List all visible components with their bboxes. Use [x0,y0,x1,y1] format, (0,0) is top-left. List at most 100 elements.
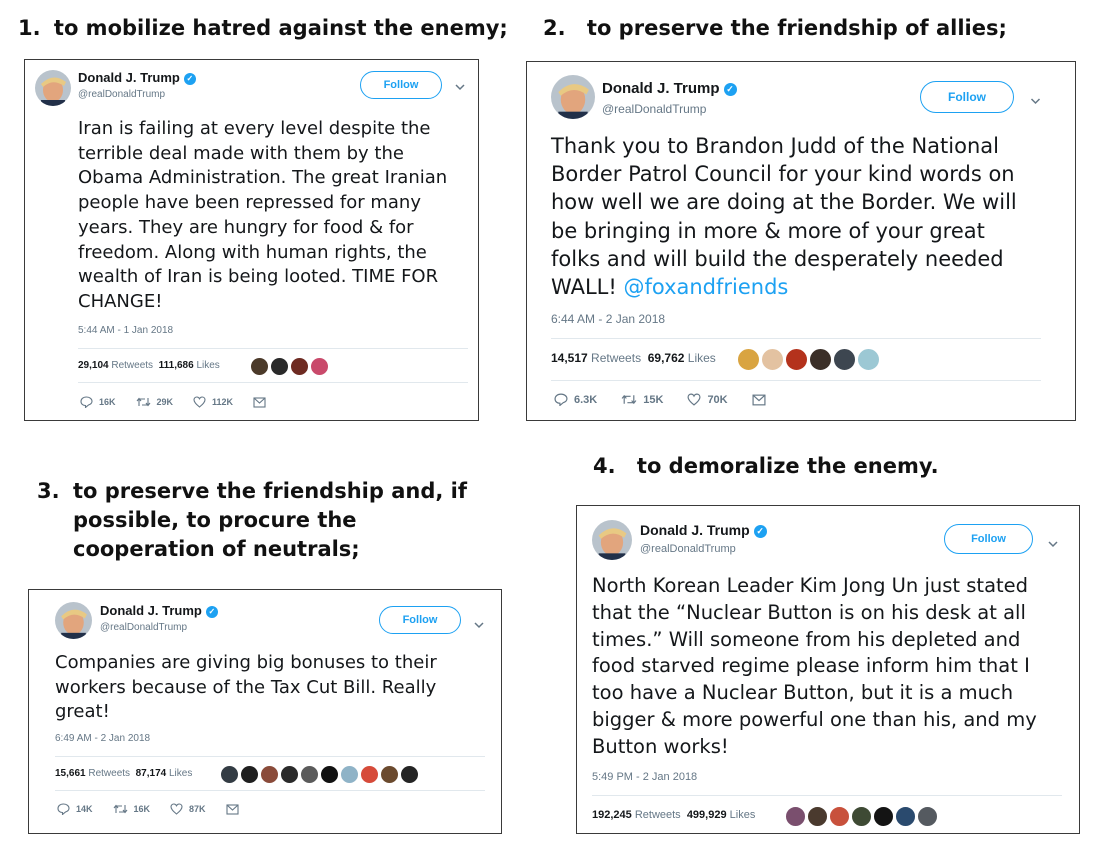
display-name[interactable]: Donald J. Trump ✓ [100,603,218,618]
liker-avatar[interactable] [917,806,938,827]
likes-count[interactable]: 111,686 [159,360,194,371]
retweets-count[interactable]: 14,517 [551,351,588,365]
follow-button[interactable]: Follow [360,71,442,99]
mention-link[interactable]: @foxandfriends [623,275,788,299]
liker-avatar[interactable] [809,348,832,371]
caption-4: 4. to demoralize the enemy. [593,452,939,481]
reply-action[interactable]: 16K [80,396,116,408]
like-action[interactable]: 70K [687,393,728,406]
liker-avatar[interactable] [785,806,806,827]
liker-avatar[interactable] [737,348,760,371]
liker-avatar[interactable] [857,348,880,371]
liker-avatar[interactable] [270,357,289,376]
dm-action[interactable] [225,803,245,815]
chevron-down-icon[interactable] [455,78,465,96]
liker-avatar[interactable] [340,765,359,784]
liker-avatar[interactable] [280,765,299,784]
display-name[interactable]: Donald J. Trump ✓ [78,70,196,85]
reply-action[interactable]: 14K [57,803,93,815]
liker-avatar[interactable] [895,806,916,827]
likes-count[interactable]: 69,762 [648,351,685,365]
liker-avatar[interactable] [873,806,894,827]
liker-avatar[interactable] [220,765,239,784]
follow-button[interactable]: Follow [379,606,461,634]
tweet-text: North Korean Leader Kim Jong Un just sta… [592,573,1077,761]
like-action[interactable]: 112K [193,396,233,408]
liker-avatar[interactable] [380,765,399,784]
retweet-action[interactable]: 29K [136,396,173,408]
caption-text: to preserve the friendship and, if possi… [73,479,467,561]
dm-action[interactable] [752,393,772,406]
caption-2: 2. to preserve the friendship of allies; [543,14,1007,43]
engagement-stats: 14,517 Retweets 69,762 Likes [551,351,716,365]
tweet-actions: 6.3K 15K 70K [554,393,792,406]
retweet-count: 16K [133,804,151,814]
avatar[interactable] [55,602,92,639]
liker-avatar[interactable] [785,348,808,371]
liker-avatar[interactable] [761,348,784,371]
retweets-count[interactable]: 29,104 [78,360,109,371]
retweets-label: Retweets [591,351,642,365]
liker-avatar[interactable] [851,806,872,827]
retweets-count[interactable]: 15,661 [55,768,86,779]
follow-button[interactable]: Follow [944,524,1033,554]
reply-icon [554,393,568,406]
retweets-count[interactable]: 192,245 [592,809,632,821]
user-handle[interactable]: @realDonaldTrump [78,89,165,100]
liker-avatar[interactable] [300,765,319,784]
display-name[interactable]: Donald J. Trump ✓ [602,80,737,97]
user-handle[interactable]: @realDonaldTrump [100,622,187,633]
tweet-timestamp[interactable]: 6:44 AM - 2 Jan 2018 [551,312,665,326]
liker-avatar[interactable] [310,357,329,376]
heart-icon [170,803,183,815]
avatar[interactable] [592,520,632,560]
liker-avatar[interactable] [240,765,259,784]
likes-count[interactable]: 499,929 [687,809,727,821]
tweet-actions: 14K 16K 87K [57,803,265,815]
liker-avatar[interactable] [807,806,828,827]
user-handle[interactable]: @realDonaldTrump [640,543,736,555]
reply-icon [80,396,93,408]
chevron-down-icon[interactable] [1030,92,1041,110]
display-name[interactable]: Donald J. Trump ✓ [640,522,767,538]
reply-icon [57,803,70,815]
engagement-stats: 192,245 Retweets 499,929 Likes [592,809,755,821]
engagement-stats: 15,661 Retweets 87,174 Likes [55,768,192,779]
retweet-action[interactable]: 15K [621,393,663,406]
tweet-timestamp[interactable]: 5:49 PM - 2 Jan 2018 [592,771,697,783]
user-handle[interactable]: @realDonaldTrump [602,102,706,116]
dm-action[interactable] [253,396,272,408]
tweet-timestamp[interactable]: 6:49 AM - 2 Jan 2018 [55,733,150,744]
heart-icon [193,396,206,408]
liker-avatar[interactable] [250,357,269,376]
avatar[interactable] [551,75,595,119]
retweet-icon [621,394,637,405]
likes-count[interactable]: 87,174 [136,768,167,779]
liker-avatar[interactable] [320,765,339,784]
tweet-text: Companies are giving big bonuses to thei… [55,651,495,725]
tweet-card-4: Donald J. Trump ✓ @realDonaldTrump Follow… [576,505,1080,834]
likes-label: Likes [729,809,756,821]
display-name-text: Donald J. Trump [100,603,202,618]
liker-avatar[interactable] [290,357,309,376]
follow-button[interactable]: Follow [920,81,1014,113]
liker-avatar[interactable] [400,765,419,784]
liker-avatars [737,348,881,371]
liker-avatar[interactable] [833,348,856,371]
tweet-timestamp[interactable]: 5:44 AM - 1 Jan 2018 [78,325,173,336]
avatar[interactable] [35,70,71,106]
display-name-text: Donald J. Trump [78,70,180,85]
like-count: 70K [707,393,728,406]
liker-avatar[interactable] [360,765,379,784]
tweet-card-2: Donald J. Trump ✓ @realDonaldTrump Follow… [526,61,1076,421]
divider [78,348,468,349]
liker-avatar[interactable] [260,765,279,784]
liker-avatar[interactable] [829,806,850,827]
chevron-down-icon[interactable] [474,616,484,634]
like-action[interactable]: 87K [170,803,206,815]
chevron-down-icon[interactable] [1048,535,1058,553]
tweet-card-3: Donald J. Trump ✓ @realDonaldTrump Follow… [28,589,502,834]
liker-avatars [250,357,330,376]
reply-action[interactable]: 6.3K [554,393,597,406]
retweet-action[interactable]: 16K [113,803,151,815]
